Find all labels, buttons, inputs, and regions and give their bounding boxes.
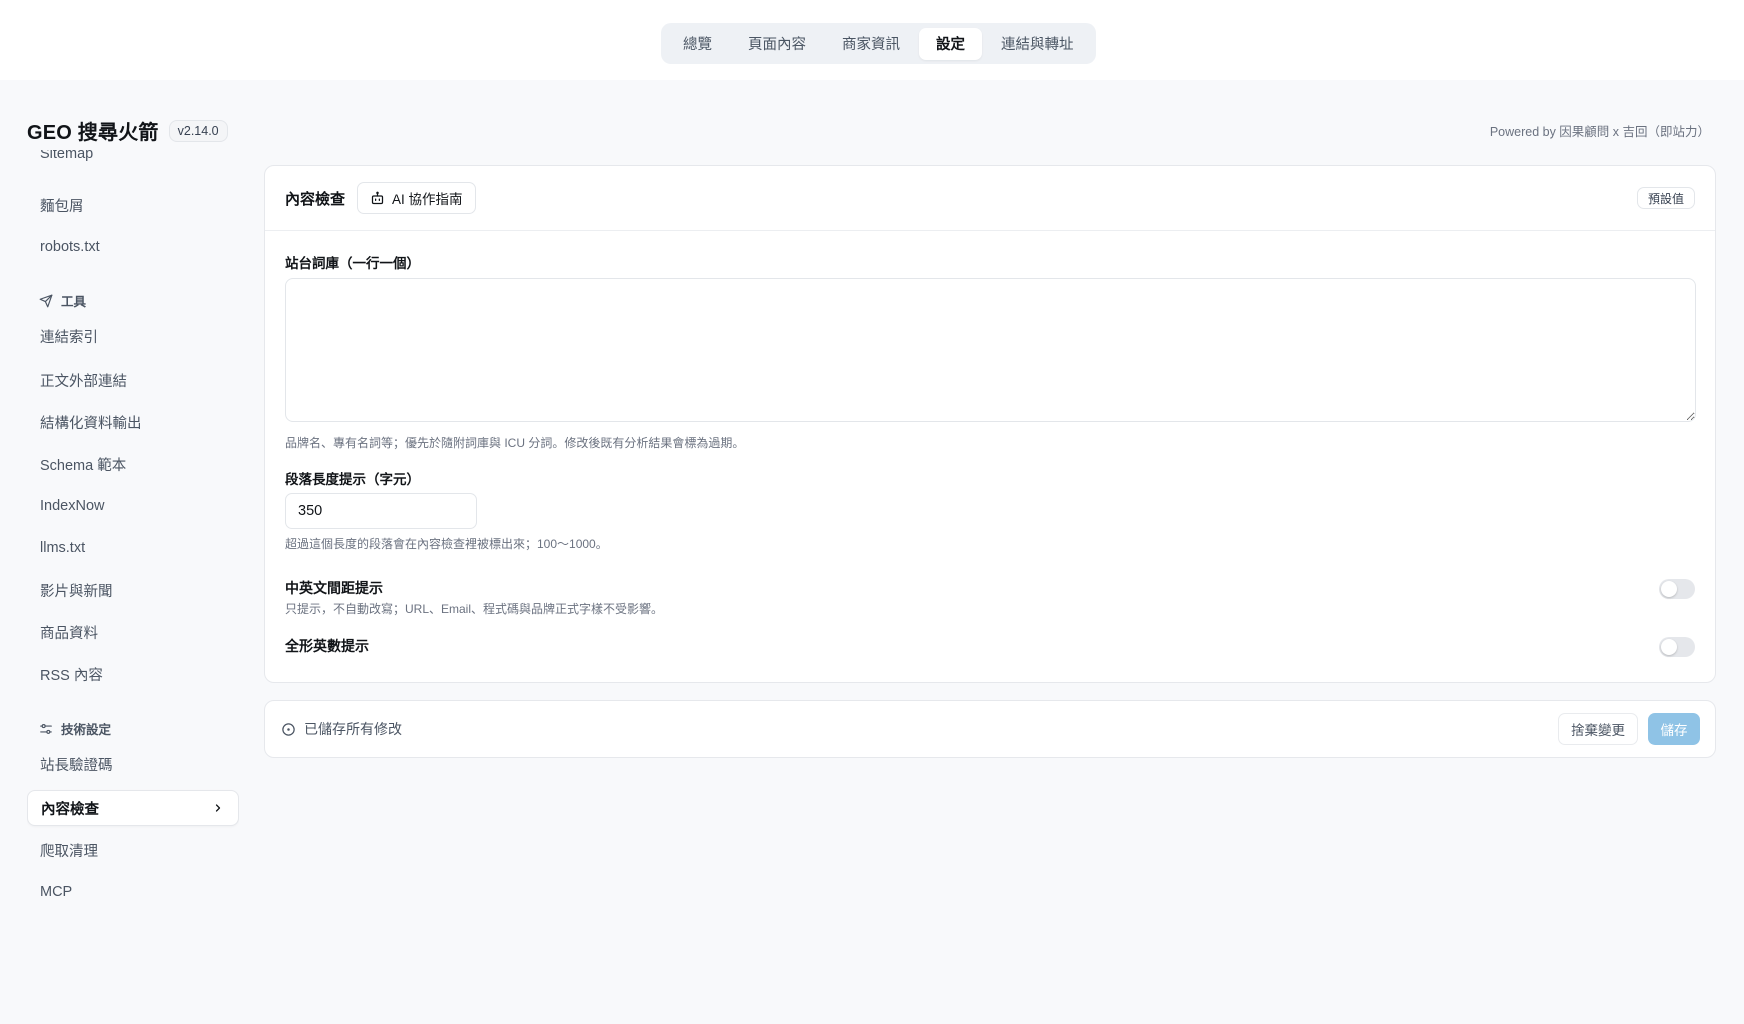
sidebar-item-sitemap[interactable]: Sitemap [27,150,239,172]
toggle-knob [1661,581,1677,597]
sidebar-item-mcp[interactable]: MCP [27,874,239,910]
tab-overview[interactable]: 總覽 [666,28,729,60]
save-status: 已儲存所有修改 [281,719,402,739]
check-circle-icon [282,722,295,736]
version-badge: v2.14.0 [168,119,228,142]
tab-links-redirects[interactable]: 連結與轉址 [984,28,1091,60]
brand: GEO 搜尋火箭 v2.14.0 [27,116,228,145]
chevron-right-icon [215,804,221,812]
sidebar-section-tools: 工具 [39,291,86,310]
sidebar-item-robots[interactable]: robots.txt [27,229,239,265]
fullwidth-hint-toggle[interactable] [1659,637,1695,657]
sidebar-section-tech: 技術設定 [39,719,111,738]
paragraph-length-label: 段落長度提示（字元） [285,472,420,487]
top-tabs: 總覽 頁面內容 商家資訊 設定 連結與轉址 [661,23,1096,64]
tab-settings[interactable]: 設定 [919,27,982,60]
sidebar-item-schema-templates[interactable]: Schema 範本 [27,446,239,482]
sidebar-item-breadcrumb[interactable]: 麵包屑 [27,187,239,223]
top-bar: 總覽 頁面內容 商家資訊 設定 連結與轉址 [0,0,1744,80]
sidebar: Sitemap 麵包屑 robots.txt 工具 連結索引 正文外部連結 結構… [27,150,239,910]
ai-guide-button[interactable]: AI 協作指南 [357,182,476,214]
sidebar-item-external-links[interactable]: 正文外部連結 [27,362,239,398]
sidebar-item-rss[interactable]: RSS 內容 [27,656,239,692]
sidebar-item-llms-txt[interactable]: llms.txt [27,530,239,566]
spacing-hint-toggle[interactable] [1659,579,1695,599]
sidebar-item-link-index[interactable]: 連結索引 [27,318,239,354]
tab-business-info[interactable]: 商家資訊 [825,28,917,60]
paragraph-length-input[interactable] [285,493,477,529]
paragraph-length-hint: 超過這個長度的段落會在內容檢查裡被標出來；100〜1000。 [285,537,608,551]
reset-default-button[interactable]: 預設值 [1636,187,1695,209]
card-header: 內容檢查 AI 協作指南 預設值 [265,166,1715,231]
save-status-text: 已儲存所有修改 [304,721,402,737]
sidebar-item-structured-data[interactable]: 結構化資料輸出 [27,404,239,440]
sidebar-section-tech-label: 技術設定 [61,723,112,737]
discard-button[interactable]: 捨棄變更 [1558,713,1638,745]
sidebar-item-product-data[interactable]: 商品資料 [27,614,239,650]
powered-by: Powered by 因果顧問 x 吉回（即站力） [1489,125,1710,139]
spacing-hint-label: 中英文間距提示 [285,580,383,596]
sidebar-item-crawl-cleanup[interactable]: 爬取清理 [27,832,239,868]
tab-page-content[interactable]: 頁面內容 [731,28,823,60]
sidebar-item-verification[interactable]: 站長驗證碼 [27,746,239,782]
content-check-card: 內容檢查 AI 協作指南 預設值 站台詞庫（一行一個） 品牌名、專有名詞等；優先… [264,165,1716,683]
sliders-icon [40,723,52,734]
robot-icon [371,191,384,204]
sidebar-item-content-check[interactable]: 內容檢查 [27,790,239,826]
save-button[interactable]: 儲存 [1648,713,1700,745]
dictionary-textarea[interactable] [285,278,1696,422]
send-icon [39,294,53,307]
dictionary-label: 站台詞庫（一行一個） [285,256,420,271]
fullwidth-hint-label: 全形英數提示 [285,638,369,654]
save-bar: 已儲存所有修改 捨棄變更 儲存 [264,700,1716,758]
spacing-hint-description: 只提示，不自動改寫；URL、Email、程式碼與品牌正式字樣不受影響。 [285,602,664,616]
sidebar-item-indexnow[interactable]: IndexNow [27,488,239,524]
toggle-knob [1661,639,1677,655]
sidebar-item-video-news[interactable]: 影片與新聞 [27,572,239,608]
ai-guide-label: AI 協作指南 [392,192,463,207]
dictionary-hint: 品牌名、專有名詞等；優先於隨附詞庫與 ICU 分詞。修改後既有分析結果會標為過期… [285,436,745,450]
card-title: 內容檢查 [285,190,346,208]
sidebar-item-label: 內容檢查 [41,801,99,818]
sidebar-section-tools-label: 工具 [61,295,87,309]
app-title: GEO 搜尋火箭 [27,122,159,144]
